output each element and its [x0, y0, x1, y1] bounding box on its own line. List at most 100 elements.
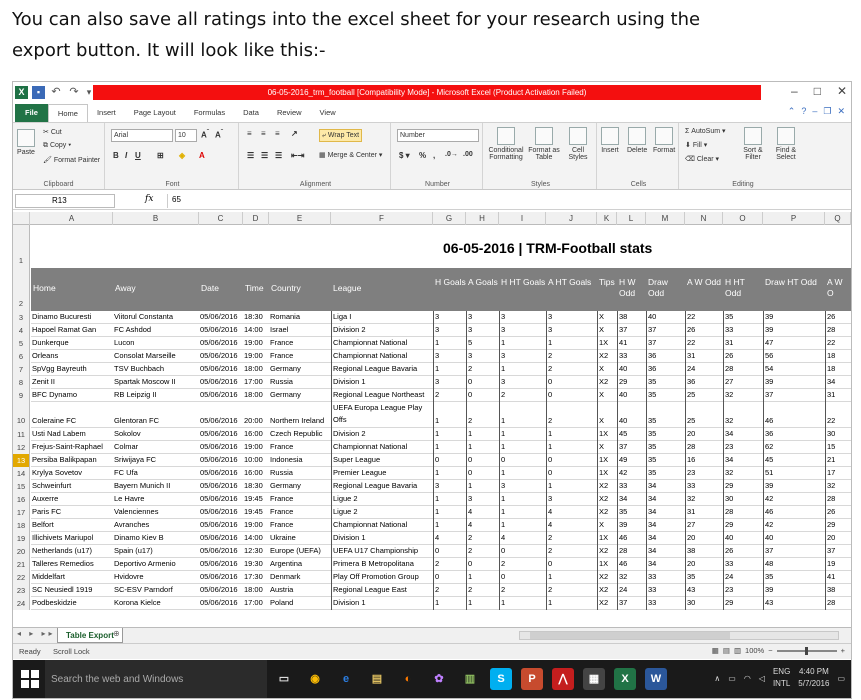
column-header[interactable]: F [331, 212, 433, 225]
table-cell[interactable]: 0 [433, 545, 466, 558]
table-cell[interactable]: 05/06/2016 [199, 337, 243, 350]
table-cell[interactable]: 4 [546, 519, 597, 532]
powerpoint-icon[interactable]: P [521, 668, 543, 690]
table-cell[interactable]: 39 [763, 376, 825, 389]
table-cell[interactable]: 31 [723, 337, 763, 350]
table-cell[interactable]: Division 2 [331, 324, 433, 337]
table-cell[interactable]: 32 [723, 389, 763, 402]
table-cell[interactable]: 3 [466, 324, 499, 337]
header-cell[interactable]: Home [33, 283, 113, 294]
column-header[interactable]: H [466, 212, 499, 225]
column-header[interactable]: P [763, 212, 825, 225]
column-header[interactable]: K [597, 212, 617, 225]
table-cell[interactable]: Middelfart [31, 571, 113, 584]
column-header[interactable]: D [243, 212, 269, 225]
row-number[interactable]: 22 [13, 571, 30, 584]
column-header[interactable]: E [269, 212, 331, 225]
column-header[interactable]: B [113, 212, 199, 225]
table-cell[interactable]: SC Neusiedl 1919 [31, 584, 113, 597]
name-box[interactable]: R13 [15, 194, 115, 208]
table-cell[interactable]: 35 [646, 428, 685, 441]
table-cell[interactable]: FC Ufa [113, 467, 199, 480]
table-cell[interactable]: 19:00 [243, 350, 269, 363]
table-cell[interactable]: 38 [825, 584, 851, 597]
table-cell[interactable]: 35 [763, 571, 825, 584]
table-cell[interactable]: Northern Ireland [269, 402, 331, 428]
table-cell[interactable]: 1X [597, 454, 617, 467]
table-cell[interactable]: 16:00 [243, 467, 269, 480]
table-cell[interactable]: 1 [433, 428, 466, 441]
column-header[interactable]: I [499, 212, 546, 225]
table-cell[interactable]: 2 [546, 584, 597, 597]
table-cell[interactable]: 0 [499, 454, 546, 467]
table-cell[interactable]: 29 [825, 519, 851, 532]
table-cell[interactable]: 16 [685, 454, 723, 467]
table-cell[interactable]: Le Havre [113, 493, 199, 506]
decrease-decimal-icon[interactable]: .00 [463, 151, 473, 158]
table-cell[interactable]: 37 [617, 597, 646, 610]
table-cell[interactable]: 05/06/2016 [199, 558, 243, 571]
row-number[interactable]: 14 [13, 467, 30, 480]
table-cell[interactable]: 3 [546, 493, 597, 506]
table-cell[interactable]: 1 [433, 363, 466, 376]
table-cell[interactable]: 25 [685, 389, 723, 402]
table-cell[interactable]: 0 [546, 389, 597, 402]
table-cell[interactable]: 31 [685, 350, 723, 363]
table-cell[interactable]: 1X [597, 532, 617, 545]
table-cell[interactable]: 1 [546, 337, 597, 350]
indent-icon[interactable]: ⇤⇥ [291, 151, 304, 160]
restore-workbook-icon[interactable]: ❐ [823, 106, 831, 117]
table-cell[interactable]: 27 [685, 519, 723, 532]
language-indicator[interactable]: ENG INTL [773, 666, 790, 690]
restore-button[interactable]: □ [814, 84, 821, 98]
table-cell[interactable]: Indonesia [269, 454, 331, 467]
table-cell[interactable]: 3 [466, 311, 499, 324]
table-cell[interactable]: 05/06/2016 [199, 324, 243, 337]
table-cell[interactable]: 33 [723, 558, 763, 571]
table-cell[interactable]: 23 [723, 441, 763, 454]
table-cell[interactable]: 3 [499, 324, 546, 337]
cut-button[interactable]: ✂ Cut [43, 128, 62, 136]
table-cell[interactable]: 1 [466, 428, 499, 441]
table-cell[interactable]: Super League [331, 454, 433, 467]
table-cell[interactable]: Ligue 2 [331, 493, 433, 506]
table-cell[interactable]: 0 [546, 467, 597, 480]
table-cell[interactable]: 34 [646, 558, 685, 571]
table-cell[interactable]: 2 [546, 402, 597, 428]
word-icon[interactable]: W [645, 668, 667, 690]
row-number[interactable]: 17 [13, 506, 30, 519]
table-cell[interactable]: Division 1 [331, 376, 433, 389]
table-cell[interactable]: 18:00 [243, 363, 269, 376]
row-number[interactable]: 16 [13, 493, 30, 506]
table-cell[interactable]: 2 [466, 363, 499, 376]
table-cell[interactable]: 1 [433, 402, 466, 428]
table-cell[interactable]: 34 [646, 532, 685, 545]
table-cell[interactable]: France [269, 350, 331, 363]
table-cell[interactable]: 46 [763, 402, 825, 428]
table-cell[interactable]: Ligue 2 [331, 506, 433, 519]
row-number[interactable]: 7 [13, 363, 30, 376]
column-header[interactable]: N [685, 212, 723, 225]
table-cell[interactable]: 32 [617, 571, 646, 584]
table-cell[interactable]: 28 [825, 597, 851, 610]
row-number[interactable]: 8 [13, 376, 30, 389]
table-cell[interactable]: Talleres Remedios [31, 558, 113, 571]
table-cell[interactable]: Orleans [31, 350, 113, 363]
table-cell[interactable]: Division 1 [331, 597, 433, 610]
cell-styles-button[interactable]: Cell Styles [563, 127, 593, 161]
table-cell[interactable]: 05/06/2016 [199, 519, 243, 532]
table-cell[interactable]: France [269, 493, 331, 506]
table-cell[interactable]: Austria [269, 584, 331, 597]
table-cell[interactable]: 37 [763, 389, 825, 402]
table-cell[interactable]: Germany [269, 389, 331, 402]
table-cell[interactable]: 47 [763, 337, 825, 350]
add-sheet-icon[interactable]: ⊕ [113, 629, 120, 638]
table-cell[interactable]: 05/06/2016 [199, 545, 243, 558]
table-cell[interactable]: 05/06/2016 [199, 480, 243, 493]
row-number[interactable]: 24 [13, 597, 30, 610]
font-name-select[interactable]: Arial [111, 129, 173, 142]
merge-center-button[interactable]: ▦ Merge & Center ▾ [319, 151, 382, 159]
header-cell[interactable]: H HT Goals [501, 277, 546, 288]
table-cell[interactable]: Germany [269, 363, 331, 376]
table-cell[interactable]: 1 [433, 506, 466, 519]
